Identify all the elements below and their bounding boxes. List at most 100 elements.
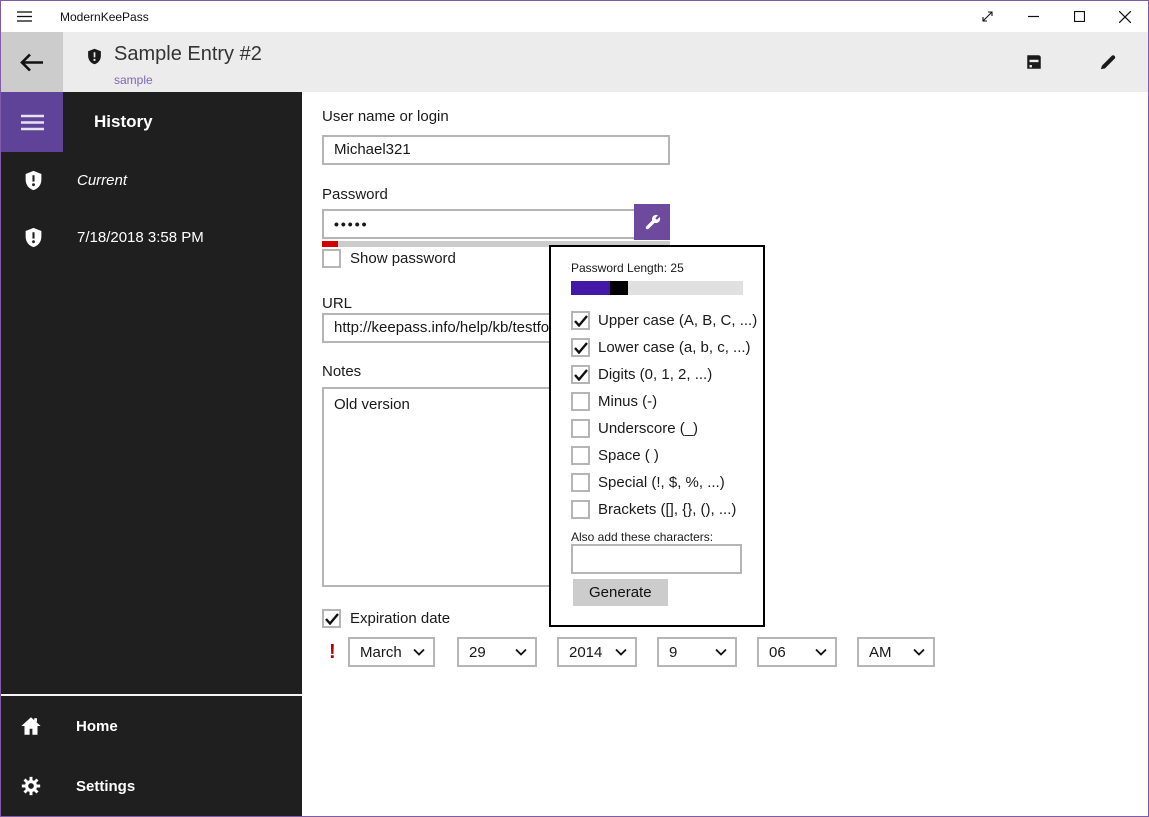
option-label: Brackets ([], {}, (), ...) — [598, 501, 737, 518]
password-strength-fill — [322, 241, 338, 247]
option-label: Minus (-) — [598, 393, 658, 410]
save-icon — [1027, 55, 1041, 69]
chevron-down-icon — [413, 648, 425, 656]
edit-button[interactable] — [1084, 32, 1132, 92]
password-length-slider[interactable] — [571, 281, 743, 295]
checkmark-icon — [573, 341, 588, 354]
history-item-label: 7/18/2018 3:58 PM — [77, 229, 204, 246]
sidebar-item-home[interactable]: Home — [1, 696, 302, 756]
minimize-icon — [1027, 15, 1039, 18]
checkmark-icon — [573, 368, 588, 381]
option-lower-case[interactable]: Lower case (a, b, c, ...) — [571, 338, 751, 357]
titlebar-hamburger-button[interactable] — [1, 1, 47, 32]
sidebar-item-settings[interactable]: Settings — [1, 756, 302, 816]
sidebar-item-label: Home — [76, 717, 118, 735]
expired-warning-icon: ! — [329, 641, 336, 663]
close-icon — [1119, 10, 1131, 23]
option-label: Underscore (_) — [598, 420, 699, 437]
back-button[interactable] — [1, 32, 63, 92]
shield-icon — [23, 170, 44, 191]
close-button[interactable] — [1102, 1, 1148, 32]
hamburger-icon — [20, 114, 44, 130]
titlebar: ModernKeePass — [1, 1, 1148, 32]
minute-value: 06 — [769, 643, 786, 661]
also-add-label: Also add these characters: — [571, 530, 714, 544]
chevron-down-icon — [913, 648, 925, 656]
app-window: ModernKeePass Sample Entry #2 sample His… — [0, 0, 1149, 817]
chevron-down-icon — [715, 648, 727, 656]
option-special[interactable]: Special (!, $, %, ...) — [571, 473, 725, 492]
history-item-dated[interactable]: 7/18/2018 3:58 PM — [1, 209, 302, 266]
also-add-input[interactable] — [571, 544, 742, 574]
minimize-button[interactable] — [1010, 1, 1056, 32]
option-label: Digits (0, 1, 2, ...) — [598, 366, 713, 383]
sidebar-heading: History — [94, 112, 153, 131]
option-digits[interactable]: Digits (0, 1, 2, ...) — [571, 365, 712, 384]
window-title: ModernKeePass — [60, 9, 149, 24]
year-value: 2014 — [569, 643, 603, 661]
checkbox[interactable] — [571, 419, 590, 438]
maximize-button[interactable] — [1056, 1, 1102, 32]
checkbox[interactable] — [571, 473, 590, 492]
password-label: Password — [322, 186, 388, 203]
password-generator-flyout: Password Length: 25 Upper case (A, B, C,… — [549, 245, 765, 627]
day-dropdown[interactable]: 29 — [457, 637, 537, 667]
notes-label: Notes — [322, 363, 362, 380]
fullscreen-button[interactable] — [964, 1, 1010, 32]
back-arrow-icon — [20, 53, 43, 71]
username-input[interactable]: Michael321 — [322, 135, 670, 165]
wrench-icon — [645, 214, 660, 229]
generate-button[interactable]: Generate — [573, 579, 668, 606]
option-space[interactable]: Space ( ) — [571, 446, 659, 465]
checkbox[interactable] — [571, 365, 590, 384]
url-label: URL — [322, 295, 353, 312]
home-icon — [20, 715, 42, 737]
option-label: Special (!, $, %, ...) — [598, 474, 725, 491]
history-item-label: Current — [77, 172, 128, 189]
generate-password-button[interactable] — [634, 204, 670, 240]
year-dropdown[interactable]: 2014 — [557, 637, 637, 667]
option-brackets[interactable]: Brackets ([], {}, (), ...) — [571, 500, 736, 519]
sidebar-hamburger-button[interactable] — [1, 92, 63, 152]
checkmark-icon — [324, 612, 339, 625]
month-dropdown[interactable]: March — [348, 637, 435, 667]
gear-icon — [20, 775, 42, 797]
history-item-current[interactable]: Current — [1, 152, 302, 209]
chevron-down-icon — [515, 648, 527, 656]
checkmark-icon — [573, 314, 588, 327]
sidebar-footer: Home Settings — [1, 694, 302, 816]
chevron-down-icon — [815, 648, 827, 656]
option-underscore[interactable]: Underscore (_) — [571, 419, 698, 438]
save-button[interactable] — [1010, 32, 1058, 92]
minute-dropdown[interactable]: 06 — [757, 637, 837, 667]
show-password-checkbox[interactable] — [322, 249, 341, 268]
password-input[interactable]: ••••• — [322, 209, 670, 239]
day-value: 29 — [469, 643, 486, 661]
slider-thumb[interactable] — [610, 281, 628, 295]
ampm-dropdown[interactable]: AM — [857, 637, 935, 667]
resize-diagonal-icon — [981, 11, 993, 22]
expiration-checkbox[interactable] — [322, 609, 341, 628]
option-label: Space ( ) — [598, 447, 659, 464]
option-upper-case[interactable]: Upper case (A, B, C, ...) — [571, 311, 757, 330]
checkbox[interactable] — [571, 338, 590, 357]
checkbox[interactable] — [571, 311, 590, 330]
expiration-row: Expiration date — [322, 609, 450, 628]
pencil-icon — [1100, 55, 1116, 70]
maximize-icon — [1073, 11, 1085, 22]
checkbox[interactable] — [571, 392, 590, 411]
option-label: Upper case (A, B, C, ...) — [598, 312, 758, 329]
chevron-down-icon — [615, 648, 627, 656]
checkbox[interactable] — [571, 446, 590, 465]
entry-shield-icon — [86, 48, 103, 92]
expiration-label: Expiration date — [350, 610, 451, 627]
show-password-row: Show password — [322, 249, 456, 268]
option-minus[interactable]: Minus (-) — [571, 392, 657, 411]
hour-dropdown[interactable]: 9 — [657, 637, 737, 667]
month-value: March — [360, 643, 402, 661]
entry-header: Sample Entry #2 sample — [1, 32, 1148, 92]
sidebar-item-label: Settings — [76, 777, 136, 795]
entry-group-link[interactable]: sample — [114, 73, 262, 87]
entry-title: Sample Entry #2 — [114, 43, 262, 65]
checkbox[interactable] — [571, 500, 590, 519]
